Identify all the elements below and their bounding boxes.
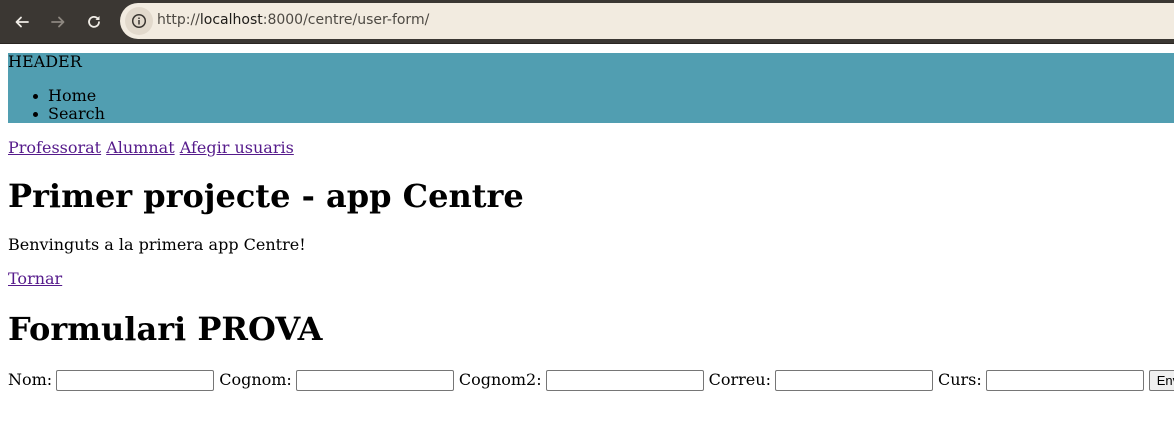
correu-input[interactable] [774,369,933,391]
link-professorat[interactable]: Professorat [8,138,101,157]
back-link[interactable]: Tornar [8,269,62,288]
arrow-right-icon [51,16,65,28]
info-icon[interactable] [125,7,153,35]
cognom2-label: Cognom2: [458,370,542,389]
address-bar[interactable]: http://localhost:8000/centre/user-form/ [120,3,1174,39]
url-scheme: http:// [157,12,200,28]
url-host: localhost [199,12,263,28]
curs-label: Curs: [937,370,982,389]
form-title: Formulari PROVA [8,310,323,348]
nom-input[interactable] [56,369,215,391]
site-header: HEADER Home Search [8,53,1174,123]
correu-label: Correu: [708,370,771,389]
cognom-label: Cognom: [219,370,292,389]
nav-item-home[interactable]: Home [8,87,105,105]
nav-item-search[interactable]: Search [8,105,105,123]
url-path: :8000/centre/user-form/ [262,12,430,28]
page-content: HEADER Home Search Professorat Alumnat A… [0,45,1174,447]
curs-input[interactable] [985,369,1144,391]
back-button[interactable] [9,9,35,35]
arrow-left-icon [15,16,29,28]
section-links: Professorat Alumnat Afegir usuaris [8,139,294,157]
back-link-container: Tornar [8,270,62,288]
info-circle-glyph [131,13,147,29]
welcome-text: Benvinguts a la primera app Centre! [8,235,306,254]
link-afegir-usuaris[interactable]: Afegir usuaris [180,138,294,157]
cognom2-input[interactable] [545,369,704,391]
reload-button[interactable] [81,9,107,35]
url-text: http://localhost:8000/centre/user-form/ [157,12,429,28]
cognom-input[interactable] [295,369,454,391]
submit-button[interactable]: Enviar [1148,369,1174,391]
header-title: HEADER [8,52,82,71]
user-form: Nom: Cognom: Cognom2: Correu: Curs: Envi… [8,369,1174,391]
nom-label: Nom: [8,370,53,389]
browser-toolbar: http://localhost:8000/centre/user-form/ [0,0,1174,44]
page-title: Primer projecte - app Centre [8,177,524,215]
forward-button[interactable] [45,9,71,35]
header-nav: Home Search [8,87,105,123]
link-alumnat[interactable]: Alumnat [106,138,174,157]
reload-icon [88,15,100,28]
